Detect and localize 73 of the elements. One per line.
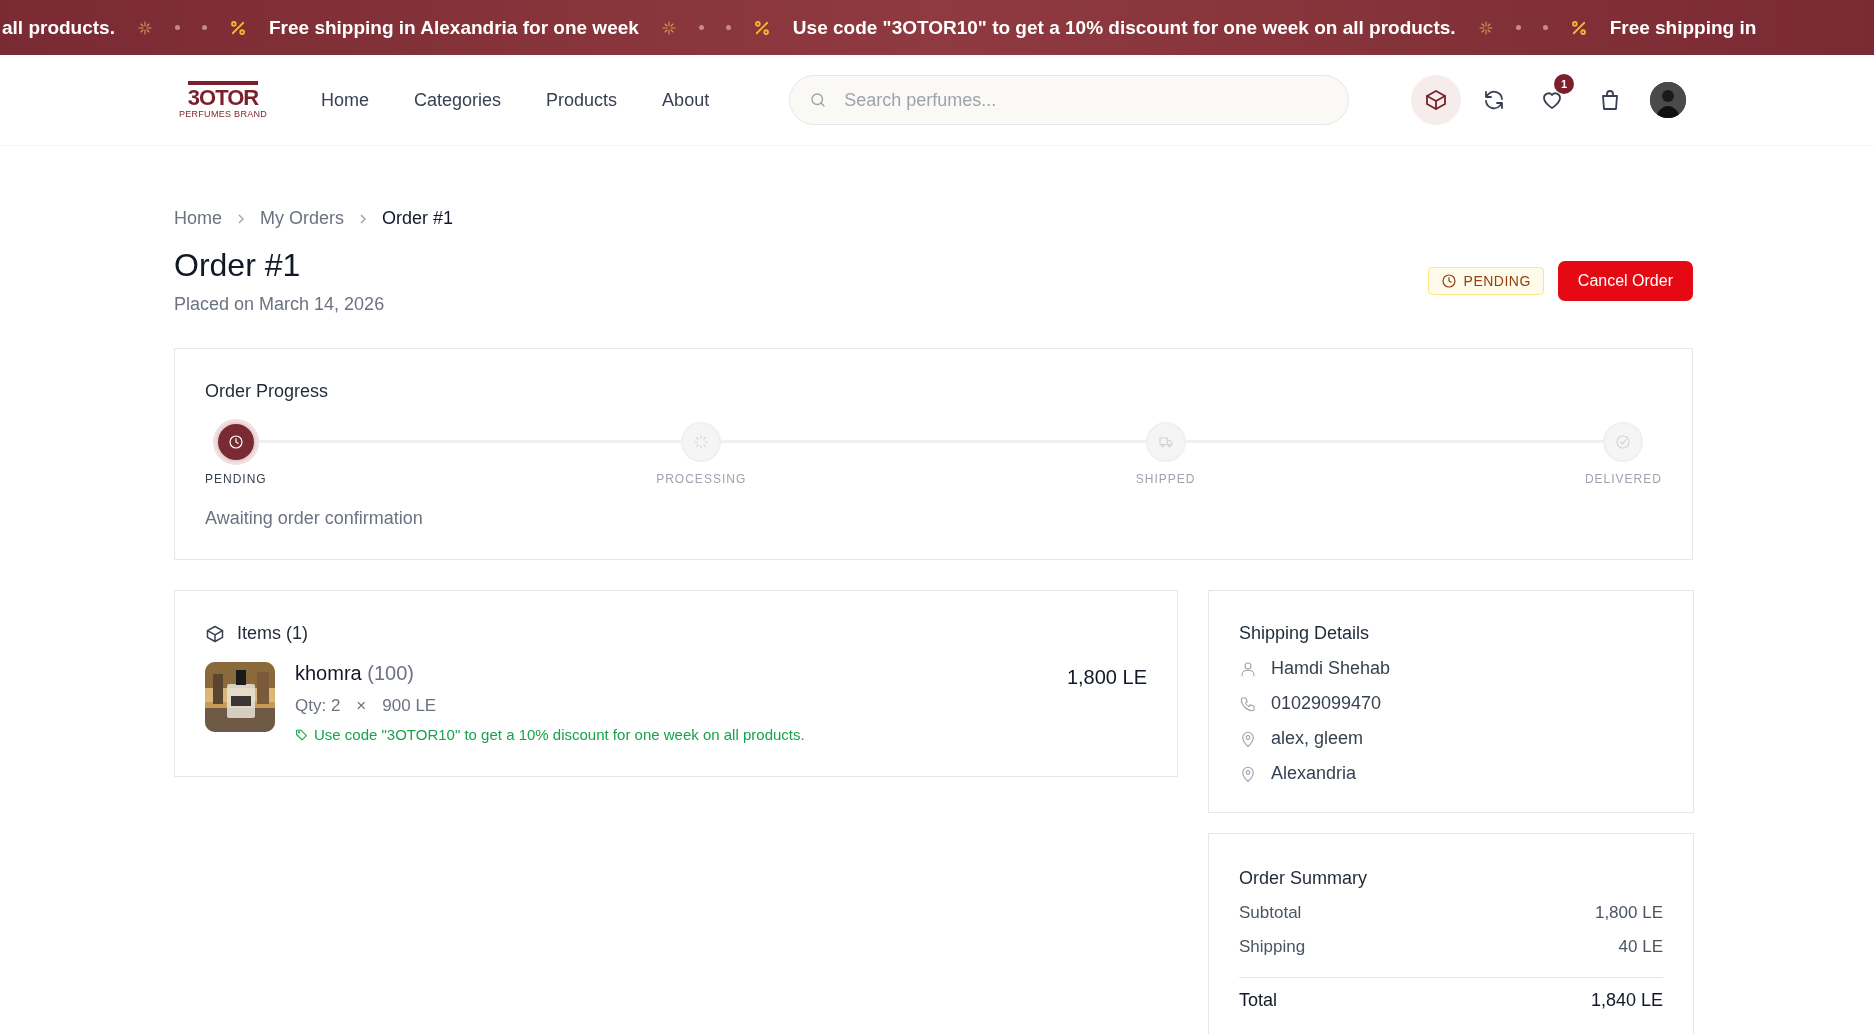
breadcrumb-link[interactable]: Home <box>174 208 222 229</box>
percent-icon <box>1569 18 1588 37</box>
tag-icon <box>295 728 308 741</box>
announcement-text: all products. <box>2 16 115 39</box>
status-badge: PENDING <box>1427 267 1544 295</box>
location-pin-icon <box>1239 764 1257 783</box>
times-sign: × <box>356 696 367 716</box>
sparkle-icon <box>136 19 153 36</box>
separator-dot <box>1515 25 1521 30</box>
check-circle-icon <box>1615 434 1632 450</box>
phone-icon <box>1239 694 1257 713</box>
shipping-detail: Hamdi Shehab <box>1271 658 1391 679</box>
summary-value: 40 LE <box>1618 937 1663 957</box>
separator-dot <box>725 25 731 30</box>
loader-icon <box>693 434 710 450</box>
promo-text: Use code "3OTOR10" to get a 10% discount for one week on all products. <box>314 726 805 743</box>
nav-link[interactable]: Home <box>321 89 369 111</box>
logo-tagline: PERFUMES BRAND <box>178 109 268 119</box>
nav-link[interactable]: About <box>662 89 710 111</box>
percent-icon <box>228 18 247 37</box>
product-name: khomra (100) <box>295 662 415 685</box>
chevron-icon <box>236 213 246 224</box>
avatar <box>1650 82 1686 118</box>
summary-value: 1,840 LE <box>1590 990 1663 1011</box>
count-badge: 1 <box>1554 74 1574 94</box>
unit-price: 900 LE <box>382 696 437 716</box>
summary-label: Subtotal <box>1239 903 1302 923</box>
shipping-detail: alex, gleem <box>1271 728 1364 749</box>
card-title: Order Progress <box>205 381 330 402</box>
percent-icon <box>752 18 771 37</box>
search-field[interactable]: Search perfumes... <box>789 75 1350 125</box>
progress-message: Awaiting order confirmation <box>205 508 424 529</box>
card-title: Items (1) <box>237 623 308 644</box>
nav-link[interactable]: Categories <box>414 89 502 111</box>
separator-dot <box>174 25 180 30</box>
separator-dot <box>698 25 704 30</box>
step-label: SHIPPED <box>1135 472 1196 486</box>
cancel-order-button[interactable]: Cancel Order <box>1557 261 1693 301</box>
clock-icon <box>1440 273 1457 289</box>
breadcrumb-link[interactable]: Order #1 <box>382 208 454 229</box>
step-label: PENDING <box>205 472 267 486</box>
step-label: PROCESSING <box>656 472 747 486</box>
person-icon <box>1239 659 1257 678</box>
sparkle-icon <box>1477 19 1494 36</box>
location-pin-icon <box>1239 729 1257 748</box>
truck-icon <box>1157 434 1174 450</box>
summary-label: Total <box>1239 990 1278 1011</box>
announcement-text: Use code "3OTOR10" to get a 10% discount for one week on all products. <box>792 16 1456 39</box>
card-title: Order Summary <box>1239 868 1369 889</box>
sparkle-icon <box>660 19 677 36</box>
item-price: 1,800 LE <box>1066 666 1147 690</box>
summary-label: Shipping <box>1239 937 1306 957</box>
wishlist-button[interactable]: 1 <box>1527 75 1577 125</box>
shipping-detail: Alexandria <box>1271 763 1357 784</box>
breadcrumb-link[interactable]: My Orders <box>260 208 345 229</box>
package-icon <box>205 623 225 644</box>
step-label: DELIVERED <box>1584 472 1662 486</box>
card-title: Shipping Details <box>1239 623 1371 644</box>
announcement-text: Free shipping in Alexandria for one week <box>268 16 639 39</box>
shipping-detail: 01029099470 <box>1271 693 1382 714</box>
logo-text[interactable]: 3OTOR <box>187 81 259 109</box>
clock-icon <box>227 434 244 450</box>
summary-value: 1,800 LE <box>1594 903 1663 923</box>
order-date: Placed on March 14, 2026 <box>174 294 385 315</box>
announcement-text: Free shipping in <box>1609 16 1757 39</box>
page-title: Order #1 <box>174 247 302 284</box>
quantity-text: Qty: 2 <box>295 696 341 716</box>
separator-dot <box>1542 25 1548 30</box>
orders-button[interactable] <box>1411 75 1461 125</box>
refresh-icon <box>1482 88 1506 112</box>
nav-link[interactable]: Products <box>546 89 618 111</box>
separator-dot <box>201 25 207 30</box>
package-icon <box>1424 88 1448 112</box>
